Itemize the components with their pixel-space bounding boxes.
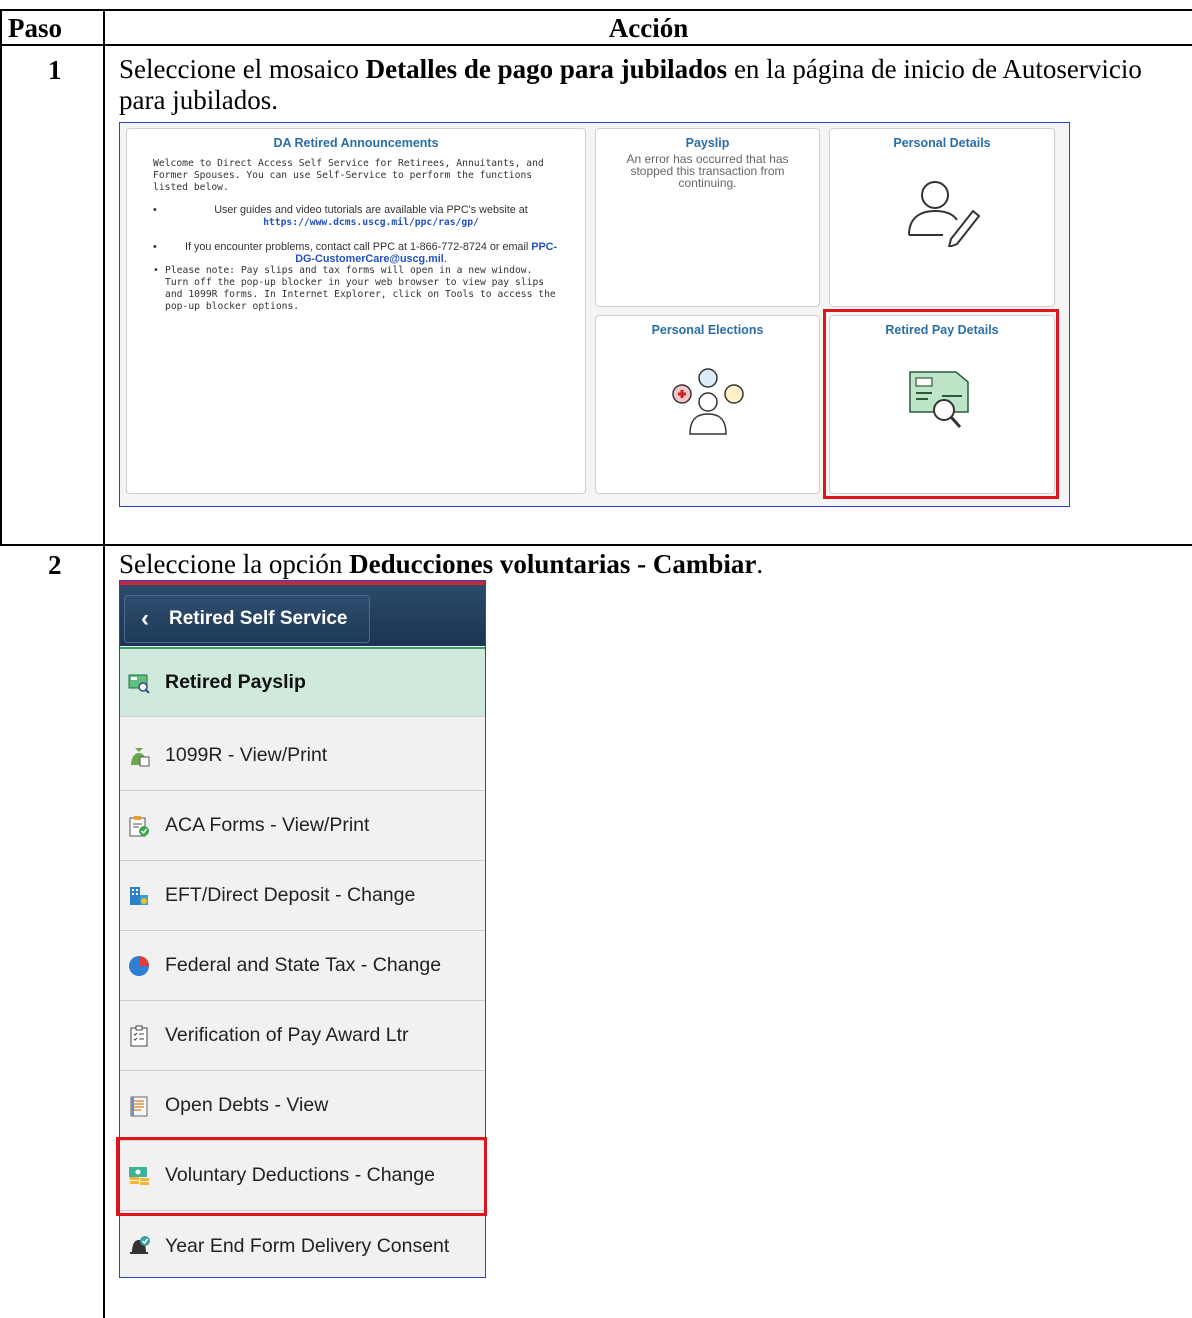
pie-chart-icon: [129, 955, 149, 976]
announcements-tile: DA Retired Announcements Welcome to Dire…: [126, 128, 586, 494]
nav-item-retired-payslip[interactable]: Retired Payslip: [120, 647, 485, 717]
voluntary-deductions-highlight: [116, 1137, 487, 1216]
announcement-bullet-2: • If you encounter problems, contact cal…: [153, 241, 558, 265]
column-header-step: Paso: [8, 13, 62, 43]
step-2-text-pre: Seleccione la opción: [119, 549, 350, 579]
nav-item-label: ACA Forms - View/Print: [165, 814, 370, 836]
bullet-1-text: User guides and video tutorials are avai…: [214, 204, 528, 216]
bank-building-icon: [130, 886, 148, 905]
announcements-intro: Welcome to Direct Access Self Service fo…: [153, 158, 544, 193]
money-bag-icon: [131, 747, 150, 766]
nav-item-label: Open Debts - View: [165, 1094, 329, 1116]
table-border-left: [0, 9, 2, 546]
payslip-title: Payslip: [685, 136, 730, 150]
table-column-divider: [103, 9, 105, 1318]
payslip-icon: [128, 674, 150, 694]
personal-details-title: Personal Details: [893, 136, 991, 150]
nav-item-federal-state-tax[interactable]: Federal and State Tax - Change: [120, 931, 485, 1001]
payslip-tile[interactable]: Payslip An error has occurred that has s…: [595, 128, 820, 307]
step-2-instruction: Seleccione la opción Deducciones volunta…: [119, 549, 1179, 580]
bullet-3-text: Please note: Pay slips and tax forms wil…: [165, 265, 556, 312]
step-1-text-bold: Detalles de pago para jubilados: [365, 54, 728, 84]
table-row-divider: [0, 544, 1192, 546]
ppc-website-link[interactable]: https://www.dcms.uscg.mil/ppc/ras/gp/: [263, 217, 479, 228]
nav-item-label: EFT/Direct Deposit - Change: [165, 884, 416, 906]
document-list-icon: [130, 1096, 148, 1116]
nav-item-open-debts[interactable]: Open Debts - View: [120, 1071, 485, 1141]
home-page-screenshot: DA Retired Announcements Welcome to Dire…: [119, 122, 1070, 507]
people-elections-icon: [672, 368, 744, 435]
bullet-2-text: If you encounter problems, contact call …: [184, 241, 529, 253]
nav-item-label: Retired Payslip: [165, 671, 306, 693]
nav-item-verification-pay-award[interactable]: Verification of Pay Award Ltr: [120, 1001, 485, 1071]
bell-check-icon: [130, 1236, 150, 1254]
announcements-title: DA Retired Announcements: [273, 136, 439, 150]
step-2-text-post: .: [756, 549, 764, 579]
nav-item-label: 1099R - View/Print: [165, 744, 328, 766]
chevron-left-icon: ‹: [141, 605, 149, 632]
back-button[interactable]: ‹ Retired Self Service: [124, 595, 370, 643]
nav-item-1099r[interactable]: 1099R - View/Print: [120, 721, 485, 791]
retired-pay-details-highlight: [823, 309, 1059, 499]
step-number-1: 1: [48, 55, 62, 85]
nav-item-eft-direct-deposit[interactable]: EFT/Direct Deposit - Change: [120, 861, 485, 931]
payslip-error-message: An error has occurred that has stopped t…: [626, 152, 789, 190]
back-button-label: Retired Self Service: [169, 608, 348, 629]
personal-elections-tile[interactable]: Personal Elections: [595, 315, 820, 494]
announcement-bullet-3: • Please note: Pay slips and tax forms w…: [153, 265, 559, 313]
nav-item-year-end-consent[interactable]: Year End Form Delivery Consent: [120, 1211, 485, 1277]
step-2-text-bold: Deducciones voluntarias - Cambiar: [349, 549, 757, 579]
announcements-body: Welcome to Direct Access Self Service fo…: [127, 158, 585, 313]
column-header-action: Acción: [608, 13, 689, 43]
personal-elections-title: Personal Elections: [651, 323, 764, 337]
nav-item-aca-forms[interactable]: ACA Forms - View/Print: [120, 791, 485, 861]
nav-header: ‹ Retired Self Service: [120, 581, 485, 646]
clipboard-check-icon: [129, 815, 149, 836]
nav-item-label: Federal and State Tax - Change: [165, 954, 442, 976]
announcement-bullet-1: • User guides and video tutorials are av…: [153, 204, 528, 228]
nav-item-label: Year End Form Delivery Consent: [165, 1234, 450, 1257]
step-number-2: 2: [48, 550, 62, 580]
step-1-text-pre: Seleccione el mosaico: [119, 54, 366, 84]
nav-item-label: Verification of Pay Award Ltr: [165, 1024, 409, 1046]
person-edit-icon: [908, 181, 981, 247]
personal-details-tile[interactable]: Personal Details: [829, 128, 1055, 307]
step-1-instruction: Seleccione el mosaico Detalles de pago p…: [119, 54, 1179, 116]
checklist-icon: [130, 1025, 148, 1046]
